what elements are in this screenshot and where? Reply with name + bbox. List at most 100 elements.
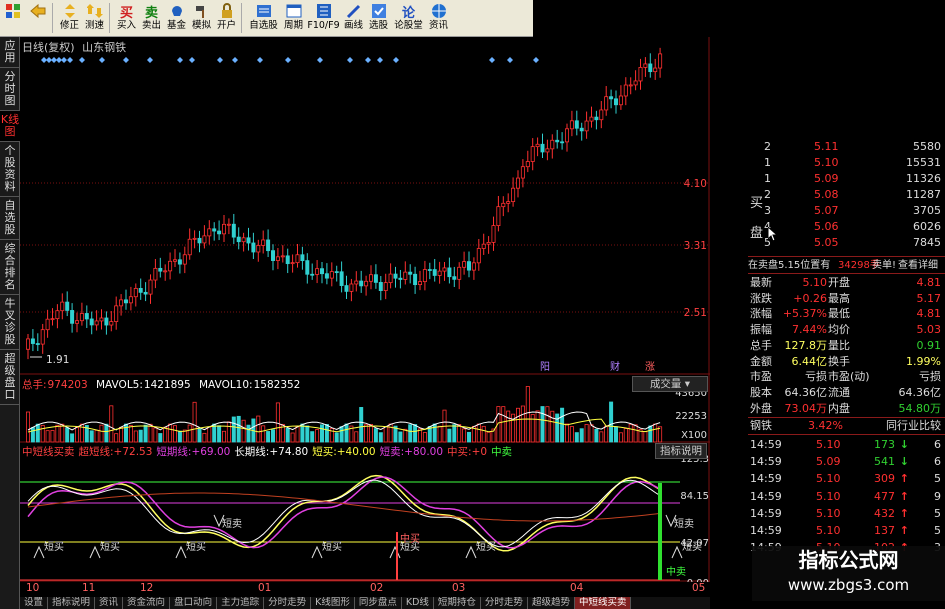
- volume-bar: [633, 424, 638, 443]
- signal-diamond: [489, 57, 495, 63]
- volume-bar: [364, 424, 369, 443]
- bottom-tab-9[interactable]: KD线: [402, 597, 434, 609]
- bottom-tab-4[interactable]: 盘口动向: [170, 597, 218, 609]
- price-axis-label: 4.10: [684, 178, 707, 190]
- quote-value: 1.99%: [906, 354, 941, 368]
- lock-icon: [217, 2, 237, 20]
- quote-value: 7.44%: [792, 323, 827, 337]
- vtab-4[interactable]: 自选股: [0, 197, 20, 240]
- price-axis-label: 3.31: [684, 240, 707, 252]
- x-axis-month-label: 10: [26, 582, 40, 594]
- large-order-notice[interactable]: 在卖盘5.15位置有 34298手 卖单! 查看详细: [748, 258, 945, 274]
- orderbook-price: 5.05: [814, 236, 839, 249]
- volume-bar: [285, 427, 290, 443]
- bottom-tab-6[interactable]: 分时走势: [264, 597, 312, 609]
- volume-bar: [30, 427, 35, 443]
- volume-indicator-tab[interactable]: 成交量 ▾: [632, 376, 708, 392]
- volume-bar: [648, 425, 653, 443]
- bottom-tab-2[interactable]: 资讯: [95, 597, 124, 609]
- candle-body: [413, 273, 418, 286]
- bottom-indicator-tabs: 设置 指标说明 资讯 资金流向 盘口动向 主力追踪 分时走势 K线图形 同步盘点 KD线 短期持仓分…: [20, 597, 710, 609]
- volume-bar: [275, 402, 280, 443]
- short-buy-label: 短买: [186, 540, 206, 553]
- draw-line-icon: [344, 2, 364, 20]
- x-axis-month-label: 01: [258, 582, 272, 594]
- sector-row[interactable]: 钢铁 3.42% 同行业比较: [748, 418, 945, 434]
- quote-value: +5.37%: [782, 307, 827, 321]
- candle-body: [334, 271, 339, 274]
- kline-chart-area[interactable]: 短买 短买 短买 短买 短买 短买 短买中买短卖 短卖中卖 4.103.312.511.91阳…: [20, 37, 710, 582]
- vtab-1[interactable]: 分时图: [0, 68, 20, 111]
- bottom-tab-8[interactable]: 同步盘点: [355, 597, 402, 609]
- quote-label: 振幅: [750, 323, 772, 337]
- vtab-2[interactable]: K线图: [0, 111, 20, 142]
- volume-bar: [295, 426, 300, 443]
- tick-price: 5.10: [816, 524, 841, 537]
- toolbar-button-test-arrows[interactable]: 测速: [82, 0, 107, 36]
- quote-row: 总手 127.8万 量比 0.91: [748, 338, 945, 354]
- vtab-6[interactable]: 牛叉诊股: [0, 295, 20, 350]
- toolbar-button-windows-logo[interactable]: [0, 0, 25, 36]
- quote-label: 外盘: [750, 401, 772, 415]
- candle-body: [207, 228, 212, 237]
- toolbar-button-f10[interactable]: F10/F9: [306, 0, 341, 36]
- short-buy-label: 短买: [44, 540, 64, 553]
- toolbar-button-up-down-arrows[interactable]: 修正: [57, 0, 82, 36]
- volume-bar: [481, 425, 486, 443]
- vtab-7[interactable]: 超级盘口: [0, 350, 20, 405]
- toolbar-button-draw-line[interactable]: 画线: [341, 0, 366, 36]
- volume-bar: [99, 424, 104, 443]
- total-volume-value: 974203: [47, 379, 88, 391]
- volume-bar: [207, 426, 212, 443]
- quote-value: 54.80万: [898, 401, 942, 415]
- volume-bar: [545, 406, 550, 443]
- candle-body: [373, 274, 378, 283]
- toolbar-button-back-arrow[interactable]: [25, 0, 50, 36]
- candle-body: [30, 338, 35, 344]
- toolbar-button-news[interactable]: 资讯: [426, 0, 451, 36]
- volume-bar: [231, 416, 236, 443]
- bottom-tab-11[interactable]: 分时走势: [481, 597, 528, 609]
- bottom-tab-10[interactable]: 短期持仓: [434, 597, 481, 609]
- toolbar-button-favorites[interactable]: 自选股: [246, 0, 281, 36]
- volume-bar: [163, 426, 168, 443]
- toolbar-button-buy[interactable]: 买买入: [114, 0, 139, 36]
- vtab-3[interactable]: 个股资料: [0, 142, 20, 197]
- toolbar-button-period[interactable]: 周期: [281, 0, 306, 36]
- down-arrow-icon: ↓: [899, 455, 909, 469]
- bottom-tab-12[interactable]: 超级趋势: [528, 597, 575, 609]
- bottom-tab-7[interactable]: K线图形: [311, 597, 355, 609]
- volume-bar: [270, 429, 275, 443]
- volume-bar: [628, 424, 633, 443]
- quote-label: 总手: [750, 338, 772, 352]
- tick-count: 6: [934, 438, 941, 451]
- bottom-tab-5[interactable]: 主力追踪: [217, 597, 265, 609]
- indicator-value-2: 短期线:+69.00: [156, 446, 231, 458]
- bottom-tab-3[interactable]: 资金流向: [123, 597, 171, 609]
- candle-body: [261, 239, 266, 246]
- quote-value: 4.81: [916, 307, 942, 321]
- toolbar-button-simulate[interactable]: 模拟: [189, 0, 214, 36]
- indicator-value-7: 中卖: [491, 446, 513, 458]
- volume-bar: [158, 433, 163, 443]
- tick-time: 14:59: [750, 438, 782, 451]
- volume-bar: [221, 430, 226, 443]
- volume-bar: [133, 430, 138, 443]
- bottom-tab-1[interactable]: 指标说明: [48, 597, 96, 609]
- toolbar-button-lock[interactable]: 开户: [214, 0, 239, 36]
- toolbar-button-forum[interactable]: 论论股堂: [391, 0, 426, 36]
- volume-bar: [520, 405, 525, 443]
- toolbar-button-fund[interactable]: 基金: [164, 0, 189, 36]
- toolbar-button-sell[interactable]: 卖卖出: [139, 0, 164, 36]
- chart-event-marker: 阳: [540, 361, 550, 373]
- vtab-5[interactable]: 综合排名: [0, 240, 20, 295]
- toolbar-button-select-stock[interactable]: 选股: [366, 0, 391, 36]
- indicator-explain-button[interactable]: 指标说明: [655, 443, 707, 459]
- quote-value: 亏损: [919, 370, 941, 384]
- bottom-tab-13[interactable]: 中短线买卖: [574, 597, 632, 609]
- candle-body: [594, 116, 599, 121]
- bottom-tab-0[interactable]: 设置: [20, 597, 49, 609]
- vtab-0[interactable]: 应用: [0, 37, 20, 68]
- candle-body: [329, 271, 334, 279]
- quote-label: 均价: [828, 323, 850, 337]
